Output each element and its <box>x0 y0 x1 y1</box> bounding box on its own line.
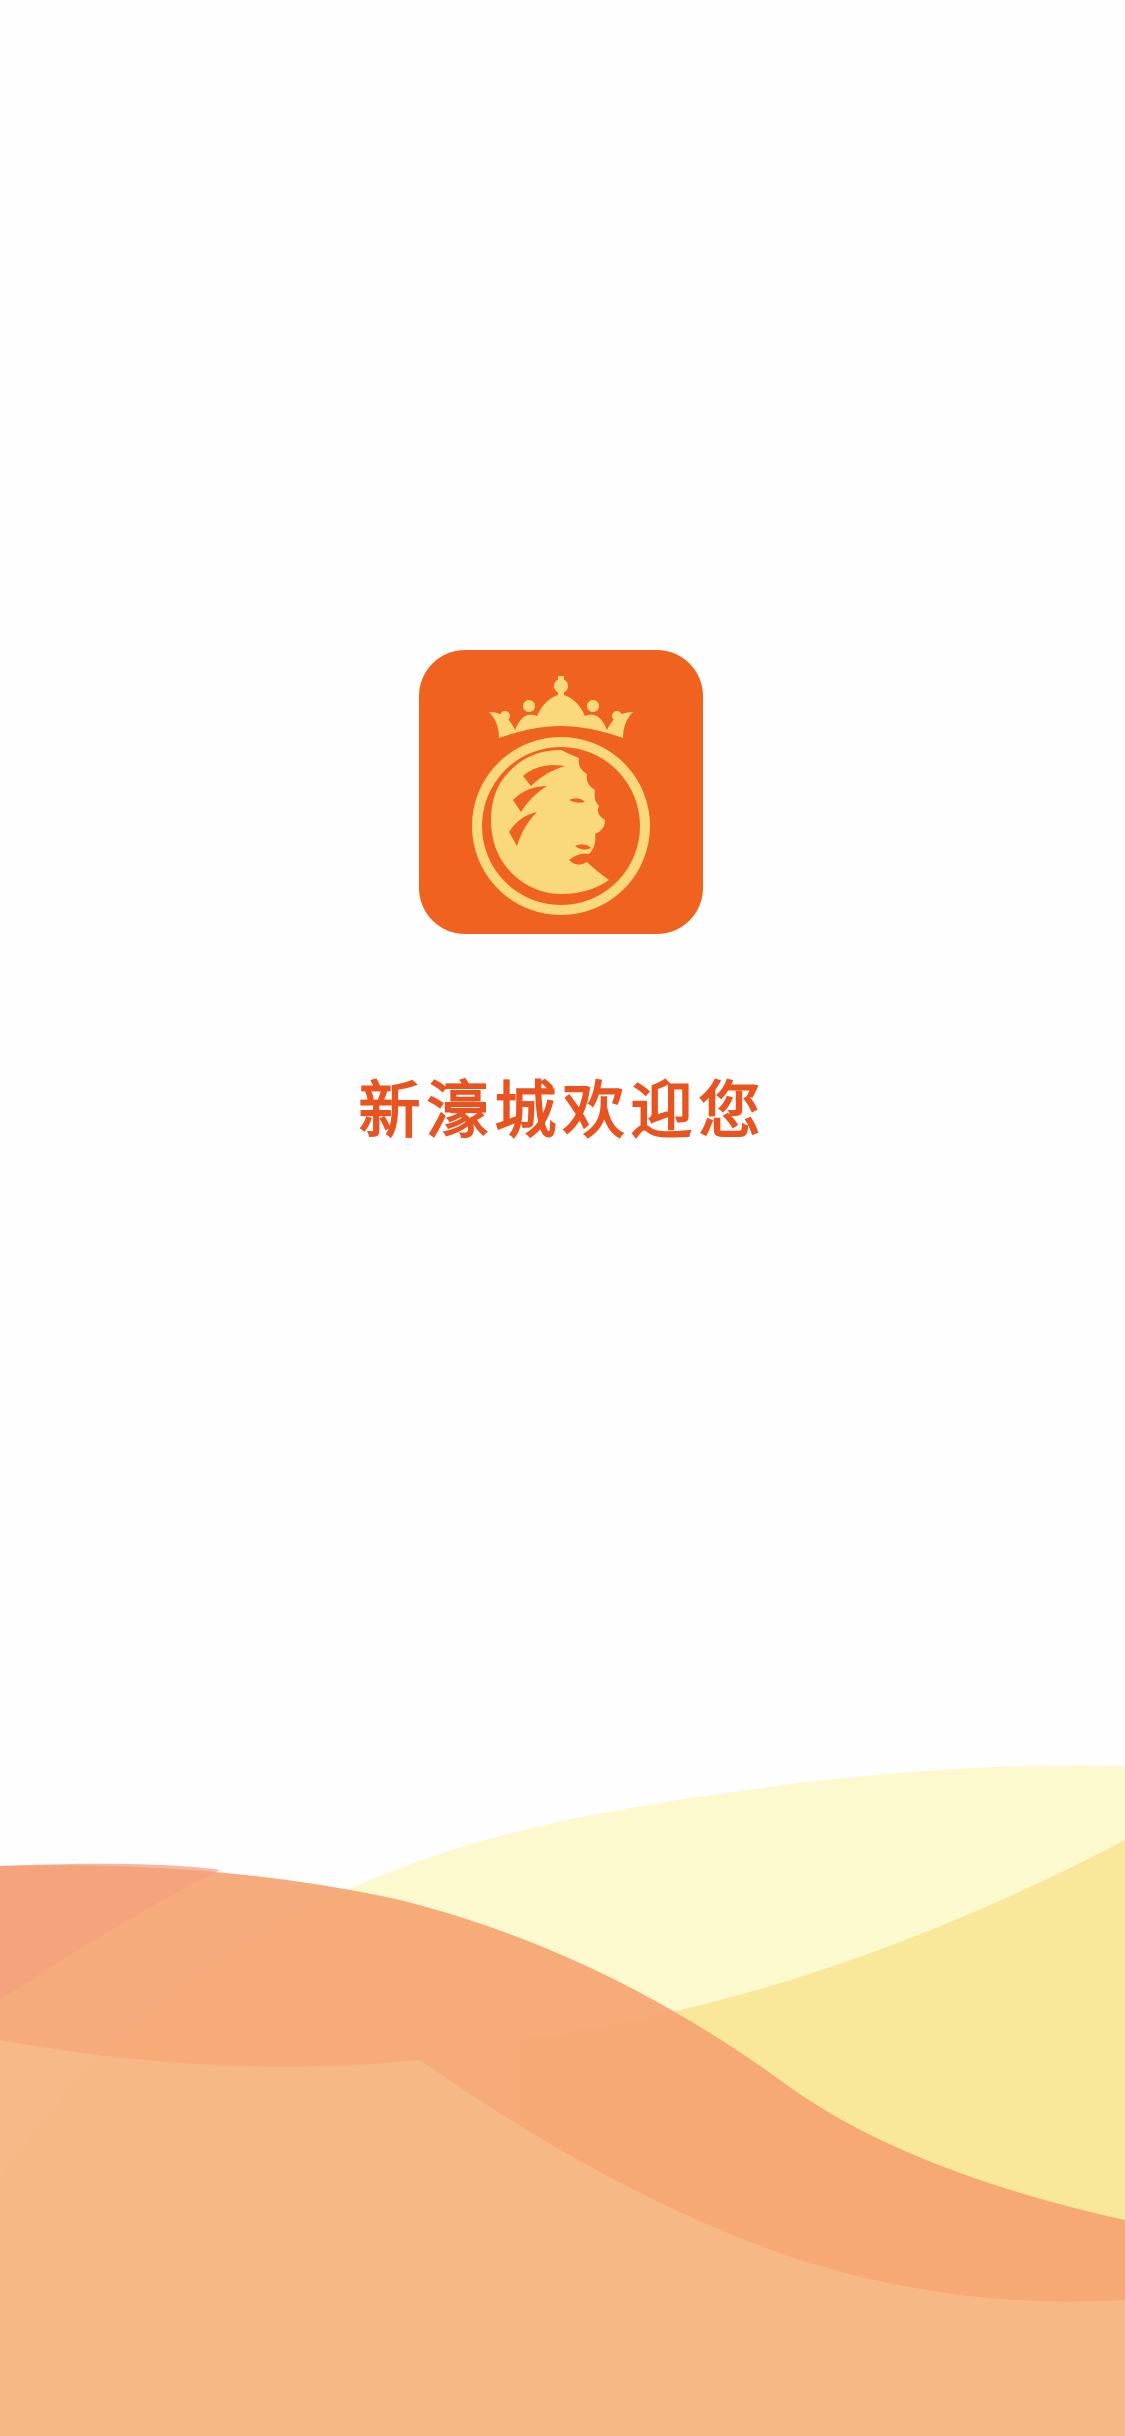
lion-crown-icon <box>472 676 650 915</box>
splash-screen: 新濠城欢迎您 <box>0 0 1125 2436</box>
app-logo <box>419 650 703 934</box>
welcome-text: 新濠城欢迎您 <box>358 1074 767 1147</box>
decorative-waves <box>0 1765 1125 2436</box>
